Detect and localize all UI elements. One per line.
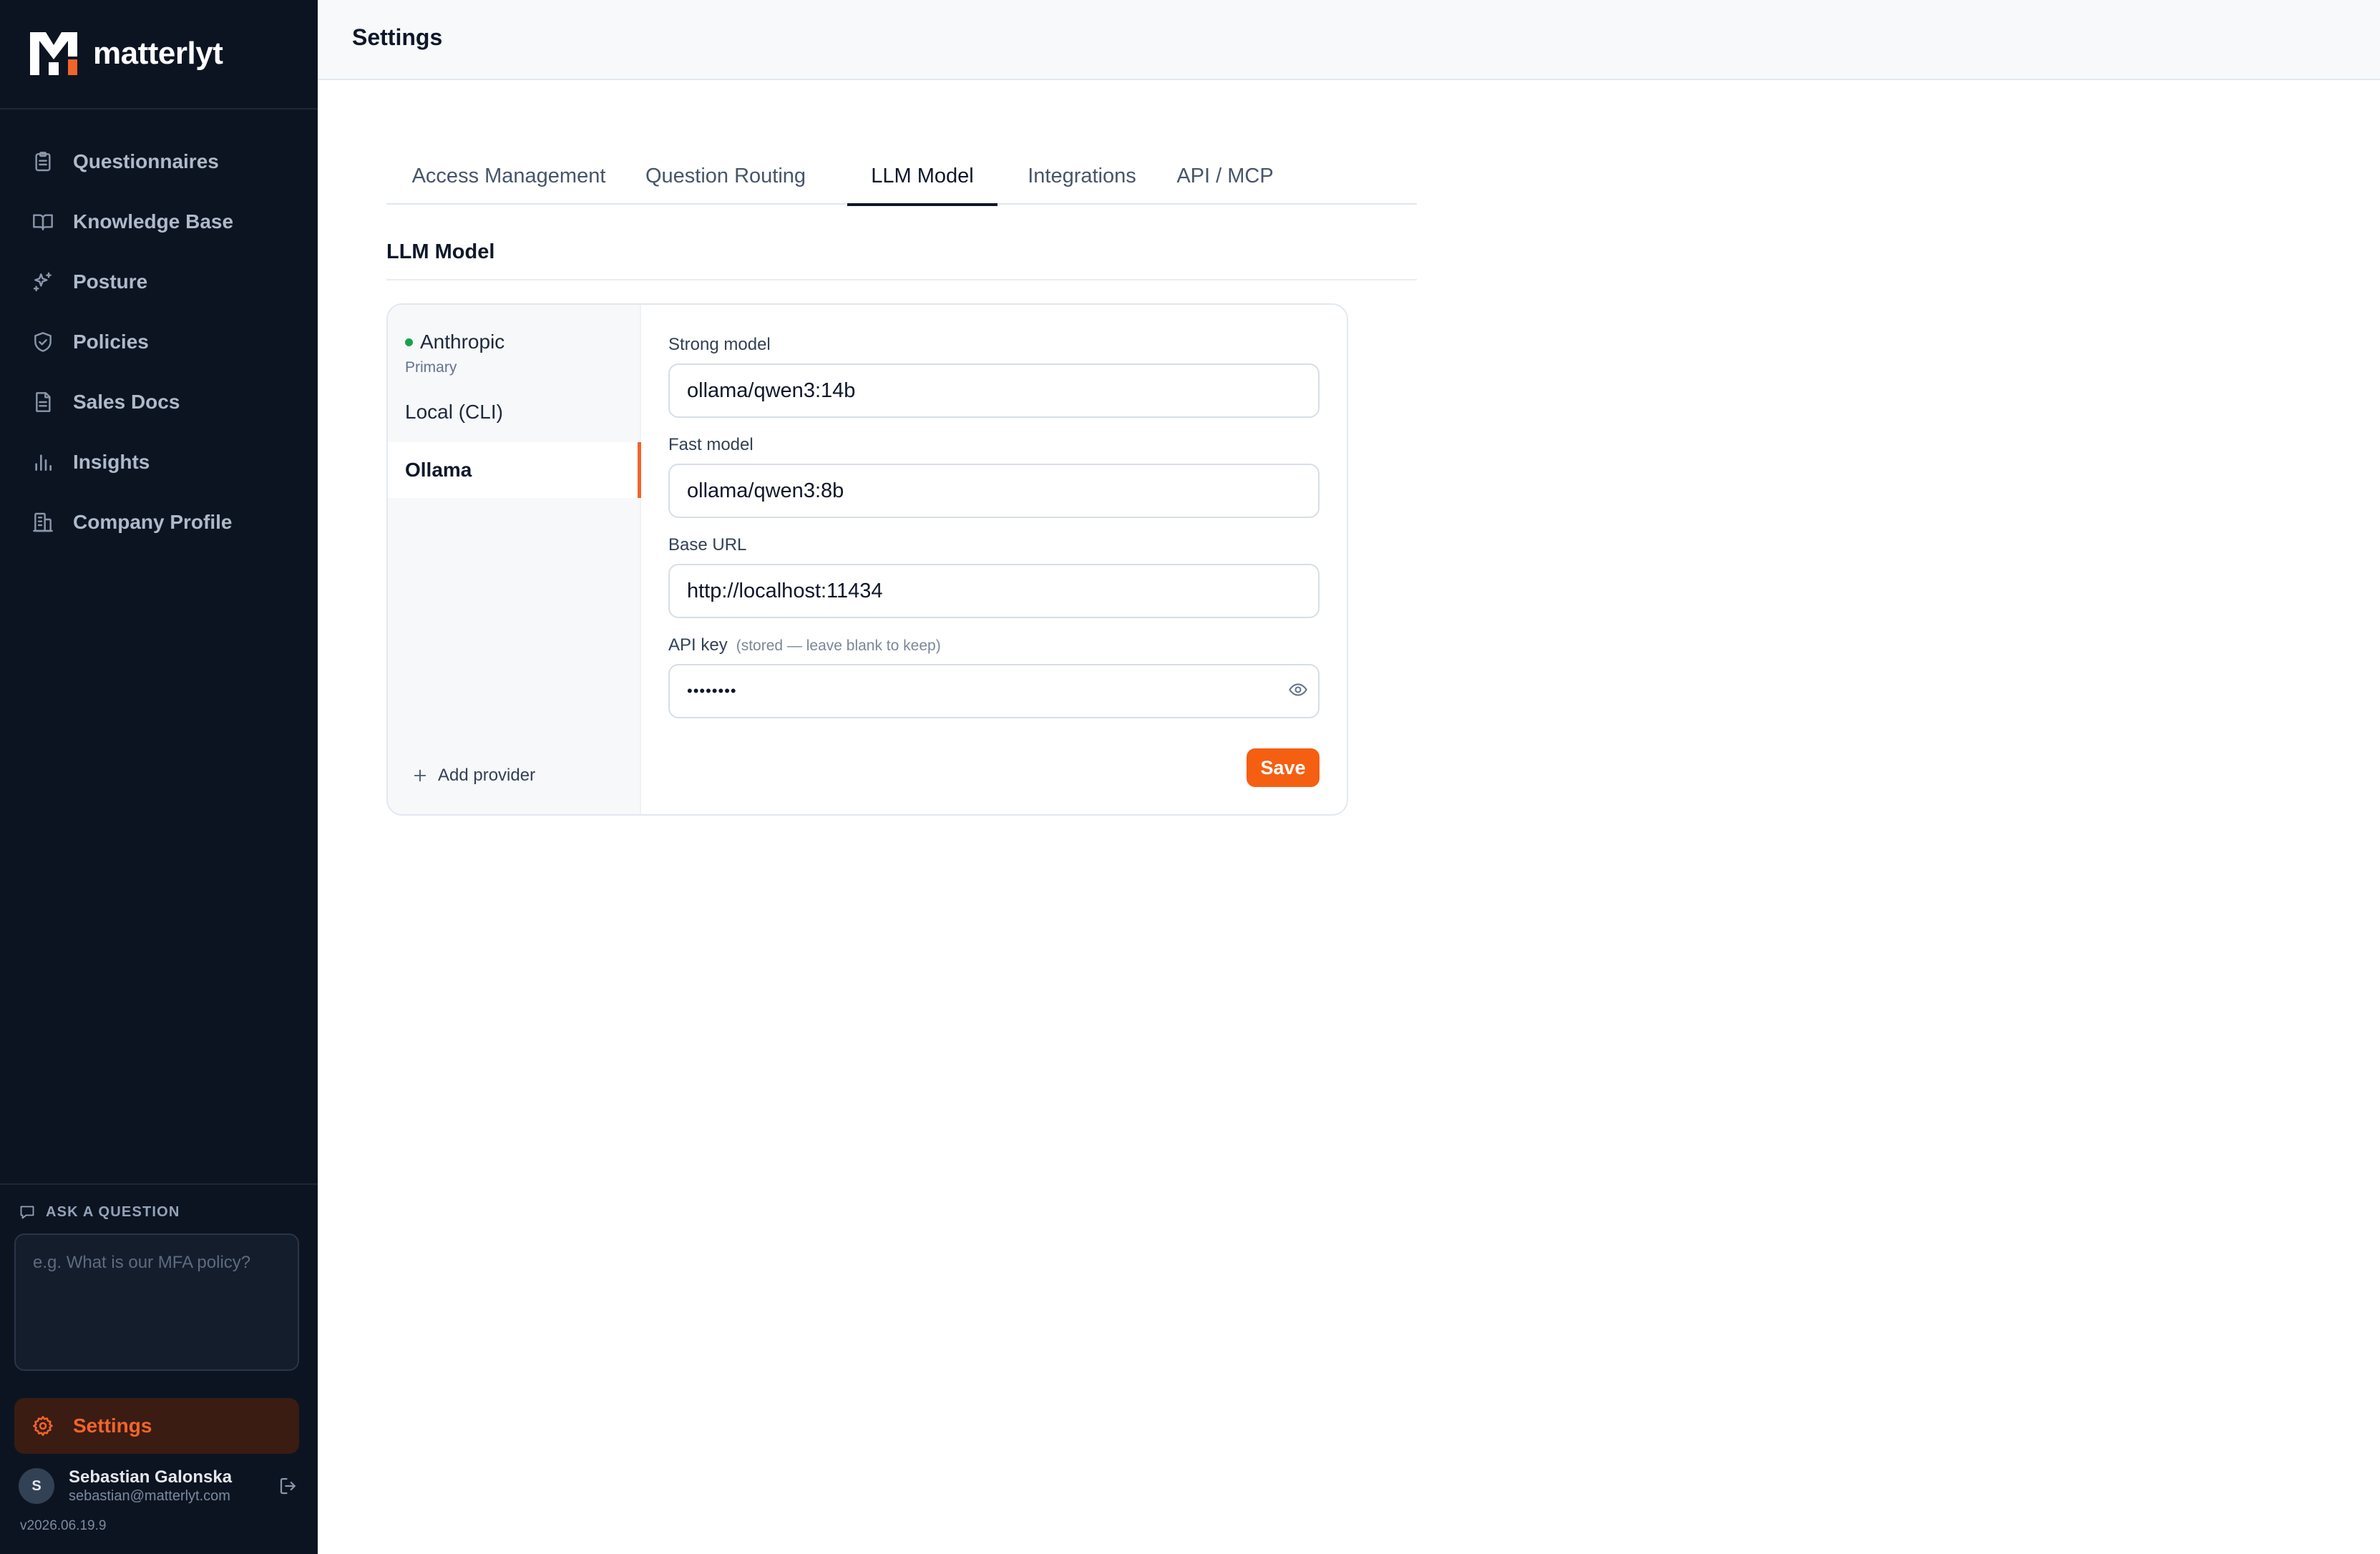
gear-icon [33,1416,53,1436]
sidebar-item-policies[interactable]: Policies [0,312,318,372]
user-name: Sebastian Galonska [69,1467,233,1487]
sidebar-divider [0,108,318,109]
app-version: v2026.06.19.9 [20,1518,107,1533]
api-key-label-row: API key (stored — leave blank to keep) [668,635,941,655]
bar-chart-icon [31,451,54,474]
provider-list: Anthropic Primary Local (CLI) Ollama Add… [388,305,641,814]
base-url-input[interactable] [668,564,1320,618]
sidebar-item-label: Insights [73,451,150,473]
sidebar-item-label: Questionnaires [73,150,219,172]
brand[interactable]: matterlyt [30,31,223,76]
sidebar-item-insights[interactable]: Insights [0,432,318,492]
brand-name: matterlyt [93,36,223,71]
message-icon [20,1206,34,1219]
fast-model-label: Fast model [668,435,753,454]
matterlyt-logo-icon [30,32,77,75]
sidebar-item-posture[interactable]: Posture [0,252,318,312]
sidebar-item-label: Policies [73,331,149,353]
settings-tabs: Access Management Question Routing LLM M… [386,147,1417,206]
api-key-hint: (stored — leave blank to keep) [736,637,941,654]
page-title: Settings [352,24,443,50]
top-bar: Settings [318,0,2380,80]
eye-icon [1289,683,1307,696]
sidebar-item-knowledge-base[interactable]: Knowledge Base [0,192,318,252]
provider-name: Anthropic [420,331,505,353]
llm-provider-card: Anthropic Primary Local (CLI) Ollama Add… [386,303,1348,816]
ask-question-header: ASK A QUESTION [19,1203,180,1221]
strong-model-label: Strong model [668,335,771,354]
user-email: sebastian@matterlyt.com [69,1488,230,1504]
provider-item-ollama[interactable]: Ollama [388,442,641,498]
api-key-label: API key [668,635,728,655]
sidebar-item-label: Knowledge Base [73,210,234,233]
clipboard-icon [31,150,54,173]
provider-name: Ollama [405,459,472,481]
add-provider-button[interactable]: Add provider [412,766,535,786]
provider-item-local-cli[interactable]: Local (CLI) [405,401,503,424]
sidebar-item-company-profile[interactable]: Company Profile [0,492,318,552]
strong-model-input[interactable] [668,363,1320,418]
sidebar-item-sales-docs[interactable]: Sales Docs [0,372,318,432]
sidebar-item-questionnaires[interactable]: Questionnaires [0,132,318,192]
provider-badge-primary: Primary [405,359,457,376]
sidebar-item-settings[interactable]: Settings [14,1398,299,1454]
sidebar-item-label: Sales Docs [73,391,180,413]
base-url-label: Base URL [668,535,747,554]
user-profile: S Sebastian Galonska sebastian@matterlyt… [19,1467,299,1505]
tab-access-management[interactable]: Access Management [408,147,610,205]
sidebar-divider [0,1183,318,1185]
tab-api-mcp[interactable]: API / MCP [1165,147,1285,205]
sidebar-item-label: Settings [73,1414,152,1437]
sidebar-item-label: Posture [73,270,148,293]
tab-question-routing[interactable]: Question Routing [621,147,830,205]
add-provider-label: Add provider [438,766,536,785]
plus-icon [414,769,426,782]
user-info: Sebastian Galonska sebastian@matterlyt.c… [69,1467,278,1505]
save-button[interactable]: Save [1247,748,1320,787]
section-title: LLM Model [386,240,495,263]
tab-integrations[interactable]: Integrations [1010,147,1154,205]
sidebar-item-label: Company Profile [73,511,233,533]
toggle-visibility-button[interactable] [1288,680,1308,700]
sidebar-nav: Questionnaires Knowledge Base Posture Po… [0,132,318,552]
section-divider [386,279,1417,280]
ask-question-input[interactable] [14,1233,299,1371]
book-icon [31,210,54,233]
provider-name-row: Anthropic [405,331,504,353]
tab-llm-model[interactable]: LLM Model [847,147,998,206]
sidebar: matterlyt Questionnaires Knowledge Base … [0,0,318,1554]
logout-icon [280,1477,296,1495]
avatar[interactable]: S [19,1468,54,1504]
api-key-input[interactable] [668,664,1320,718]
fast-model-input[interactable] [668,464,1320,518]
ask-question-title: ASK A QUESTION [46,1203,180,1220]
building-icon [31,511,54,534]
provider-item-anthropic[interactable]: Anthropic Primary [405,331,504,376]
document-icon [31,391,54,414]
status-dot-icon [405,338,413,346]
shield-icon [31,331,54,353]
sparkles-icon [31,270,54,293]
logout-button[interactable] [278,1475,299,1497]
